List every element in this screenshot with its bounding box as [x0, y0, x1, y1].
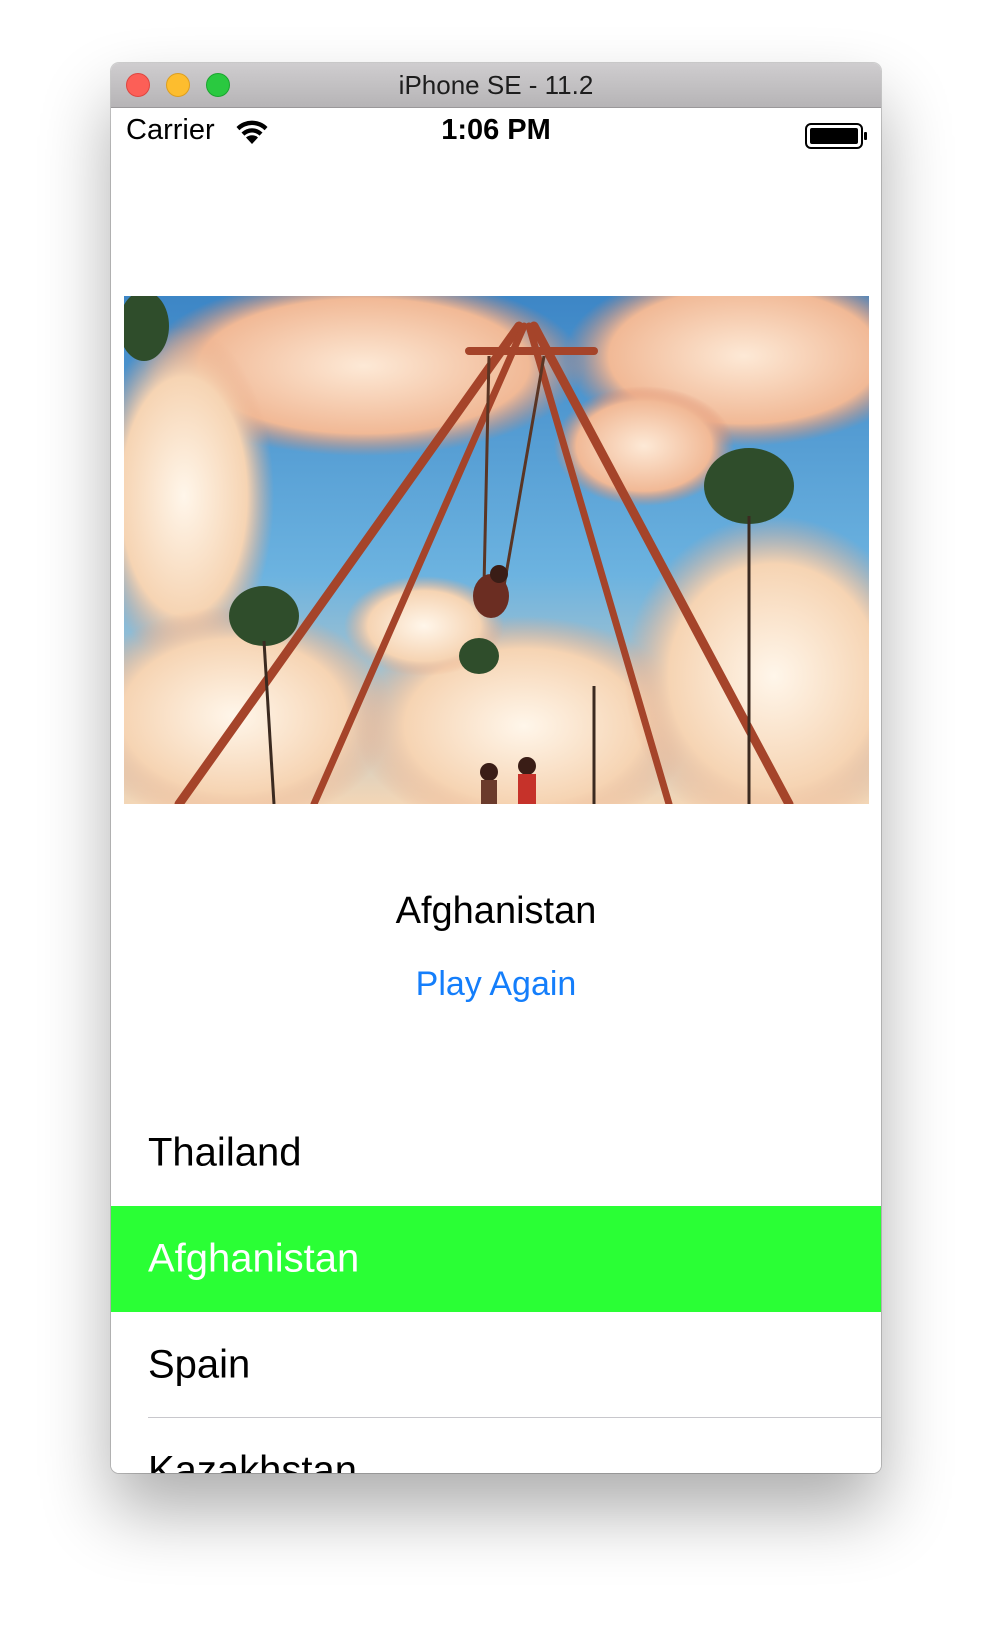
- simulator-window: iPhone SE - 11.2 Carrier 1:06 PM Afghani…: [111, 63, 881, 1473]
- option-label: Kazakhstan: [148, 1448, 358, 1474]
- device-screen: Carrier 1:06 PM Afghanistan Play Again T…: [111, 108, 881, 1473]
- option-label: Spain: [148, 1342, 251, 1387]
- battery-icon: [805, 123, 867, 149]
- option-row-3[interactable]: Spain: [111, 1312, 881, 1418]
- option-row-1[interactable]: Thailand: [111, 1100, 881, 1206]
- status-time: 1:06 PM: [441, 114, 551, 146]
- play-again-button[interactable]: Play Again: [111, 965, 881, 1004]
- country-photo: [124, 296, 869, 804]
- window-titlebar[interactable]: iPhone SE - 11.2: [111, 63, 881, 108]
- status-bar: Carrier 1:06 PM: [111, 108, 881, 160]
- correct-country-label: Afghanistan: [395, 890, 597, 932]
- country-options-list: Thailand Afghanistan Spain Kazakhstan: [111, 1100, 881, 1473]
- option-row-4[interactable]: Kazakhstan: [111, 1418, 881, 1474]
- desktop: iPhone SE - 11.2 Carrier 1:06 PM Afghani…: [0, 0, 994, 1636]
- option-label: Afghanistan: [148, 1236, 360, 1281]
- option-row-2-correct[interactable]: Afghanistan: [111, 1206, 881, 1312]
- window-title: iPhone SE - 11.2: [398, 70, 594, 100]
- option-label: Thailand: [148, 1130, 302, 1175]
